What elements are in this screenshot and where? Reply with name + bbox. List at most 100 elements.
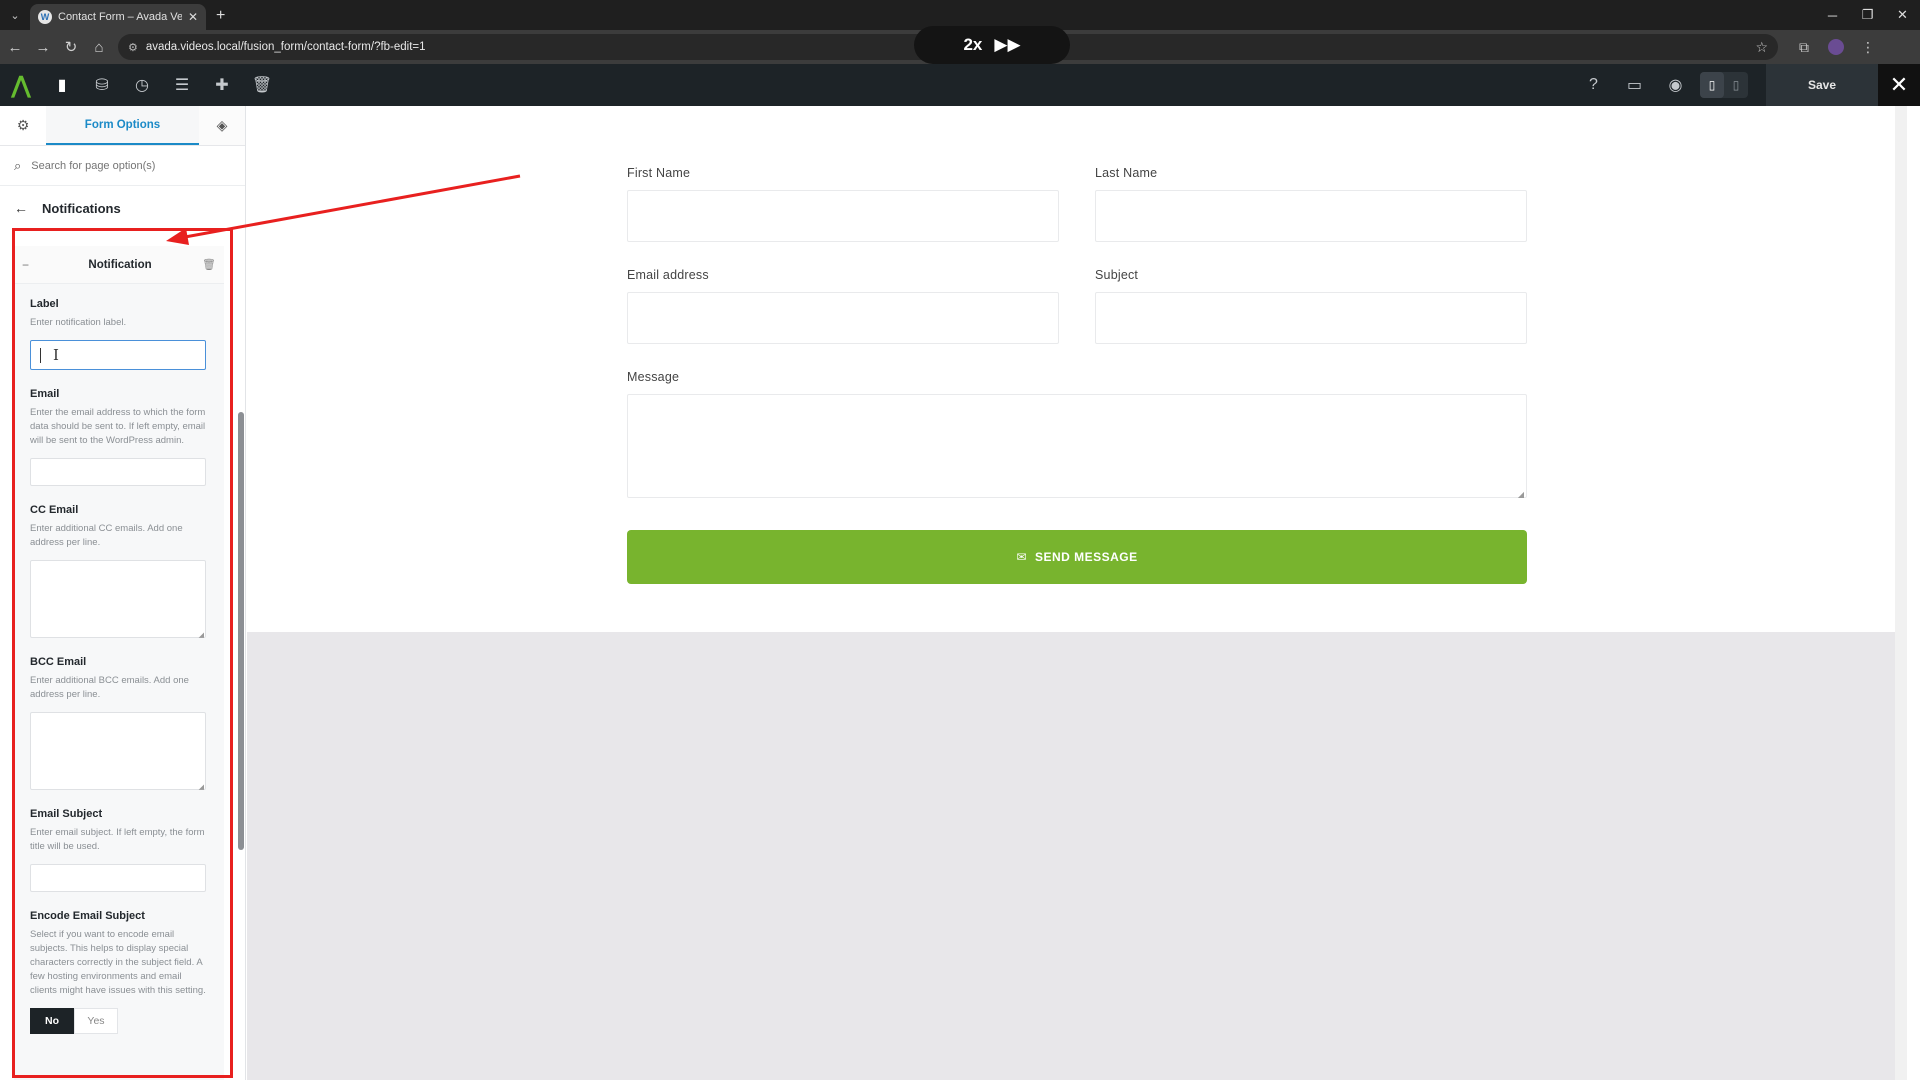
field-label: CC Email [30, 504, 79, 516]
form-row: First Name Last Name [627, 166, 1527, 242]
sidebar-scrollbar-thumb[interactable] [238, 412, 244, 850]
bcc-email-field: BCC Email Enter additional BCC emails. A… [30, 656, 208, 791]
site-info-icon[interactable]: ⚙ [128, 41, 138, 54]
field-description: Enter additional BCC emails. Add one add… [30, 675, 189, 700]
section-title: Notifications [42, 200, 121, 216]
collapse-icon[interactable]: − [22, 258, 38, 272]
email-address-field: Email address [627, 268, 1059, 344]
last-name-field: Last Name [1095, 166, 1527, 242]
blank-view-icon[interactable]: ▯ [1724, 72, 1748, 98]
email-subject-field: Email Subject Enter email subject. If le… [30, 808, 208, 892]
label-field: Label Enter notification label. I [30, 298, 208, 370]
home-icon[interactable]: ⌂ [86, 34, 112, 60]
message-textarea[interactable] [627, 394, 1527, 499]
help-icon[interactable]: ? [1573, 64, 1614, 106]
extensions-icon[interactable]: ⧉ [1788, 39, 1820, 56]
field-description: Select if you want to encode email subje… [30, 929, 206, 996]
browser-tab[interactable]: W Contact Form – Avada Vegan St ✕ [30, 4, 206, 30]
contact-form: First Name Last Name Email address Subje… [627, 166, 1527, 584]
canvas-scrollbar[interactable] [1895, 106, 1907, 1080]
wordpress-favicon-icon: W [38, 10, 52, 24]
settings-gear-icon[interactable]: ⚙ [0, 106, 46, 145]
page-view-icon[interactable]: ▯ [1700, 72, 1724, 98]
delete-notification-icon[interactable]: 🗑 [202, 258, 216, 271]
search-icon: ⌕ [14, 157, 22, 173]
bcc-email-textarea[interactable] [30, 712, 206, 791]
view-mode-toggle: ▯ ▯ [1700, 72, 1748, 98]
window-controls: ─ ❐ ✕ [1815, 0, 1920, 30]
notification-title: Notification [88, 258, 152, 271]
add-element-icon[interactable]: ✚ [202, 64, 242, 106]
text-cursor-icon: I [53, 346, 59, 364]
reload-icon[interactable]: ↻ [58, 34, 84, 60]
search-input[interactable] [31, 159, 222, 172]
sidebar-tabs: ⚙ Form Options ◈ [0, 106, 245, 146]
field-description: Enter notification label. [30, 317, 127, 328]
navigator-icon[interactable]: ☰ [162, 64, 202, 106]
page-canvas: First Name Last Name Email address Subje… [247, 106, 1907, 1080]
email-input[interactable] [30, 458, 206, 486]
window-close-icon[interactable]: ✕ [1885, 0, 1920, 30]
subject-input[interactable] [1095, 292, 1527, 344]
back-icon[interactable]: ← [2, 34, 28, 60]
back-arrow-icon[interactable]: ← [14, 200, 28, 216]
builder-toolbar: ⋀ ▮ ⛁ ◷ ☰ ✚ 🗑 ? ▭ ◉ ▯ ▯ Save ✕ [0, 64, 1920, 106]
field-label: Email Subject [30, 808, 103, 820]
layers-icon[interactable]: ◈ [199, 106, 245, 145]
minimize-icon[interactable]: ─ [1815, 0, 1850, 30]
field-description: Enter the email address to which the for… [30, 407, 206, 446]
section-header: ← Notifications [0, 186, 245, 230]
message-label: Message [627, 370, 680, 384]
form-row: Email address Subject [627, 268, 1527, 344]
clear-layout-icon[interactable]: 🗑 [242, 64, 282, 106]
encode-subject-toggle: No Yes [30, 1008, 208, 1034]
encode-subject-field: Encode Email Subject Select if you want … [30, 910, 208, 1034]
last-name-input[interactable] [1095, 190, 1527, 242]
profile-avatar[interactable] [1828, 39, 1844, 55]
new-tab-icon[interactable]: + [216, 7, 225, 25]
notification-body: Label Enter notification label. I Email … [14, 284, 224, 1080]
responsive-desktop-icon[interactable]: ▭ [1614, 64, 1655, 106]
forward-icon[interactable]: → [30, 34, 56, 60]
last-name-label: Last Name [1095, 166, 1158, 180]
close-builder-icon[interactable]: ✕ [1878, 64, 1920, 106]
field-description: Enter email subject. If left empty, the … [30, 827, 205, 852]
speed-label: 2x [963, 35, 983, 54]
email-field: Email Enter the email address to which t… [30, 388, 208, 486]
preview-eye-icon[interactable]: ◉ [1655, 64, 1696, 106]
message-field: Message [627, 370, 1527, 499]
tab-form-options[interactable]: Form Options [46, 106, 199, 145]
sidebar-toggle-icon[interactable]: ▮ [42, 64, 82, 106]
field-label: Label [30, 298, 59, 310]
save-button[interactable]: Save [1766, 64, 1878, 106]
send-message-button[interactable]: ✉ SEND MESSAGE [627, 530, 1527, 584]
browser-menu-icon[interactable]: ⋮ [1852, 39, 1884, 56]
options-sidebar: ⚙ Form Options ◈ ⌕ ← Notifications − Not… [0, 106, 246, 1080]
bookmark-star-icon[interactable]: ☆ [1755, 39, 1768, 56]
field-label: Email [30, 388, 60, 400]
form-container: First Name Last Name Email address Subje… [247, 106, 1907, 632]
toggle-no[interactable]: No [30, 1008, 74, 1034]
history-icon[interactable]: ◷ [122, 64, 162, 106]
tab-title: Contact Form – Avada Vegan St [58, 11, 182, 23]
toggle-yes[interactable]: Yes [74, 1008, 118, 1034]
field-label: BCC Email [30, 656, 87, 668]
email-subject-input[interactable] [30, 864, 206, 892]
library-icon[interactable]: ⛁ [82, 64, 122, 106]
label-input[interactable]: I [30, 340, 206, 370]
fast-forward-icon: ▶▶ [994, 35, 1021, 54]
first-name-label: First Name [627, 166, 691, 180]
restore-icon[interactable]: ❐ [1850, 0, 1885, 30]
field-description: Enter additional CC emails. Add one addr… [30, 523, 183, 548]
tab-list-icon[interactable]: ⌄ [4, 4, 26, 26]
avada-logo-icon[interactable]: ⋀ [0, 64, 42, 106]
send-message-label: SEND MESSAGE [1034, 550, 1138, 564]
first-name-input[interactable] [627, 190, 1059, 242]
email-address-input[interactable] [627, 292, 1059, 344]
subject-label: Subject [1095, 268, 1139, 282]
tab-close-icon[interactable]: ✕ [188, 10, 198, 24]
playback-speed-overlay: 2x ▶▶ [914, 26, 1070, 64]
email-address-label: Email address [627, 268, 709, 282]
cc-email-textarea[interactable] [30, 560, 206, 639]
notification-header[interactable]: − Notification 🗑 [14, 246, 224, 284]
